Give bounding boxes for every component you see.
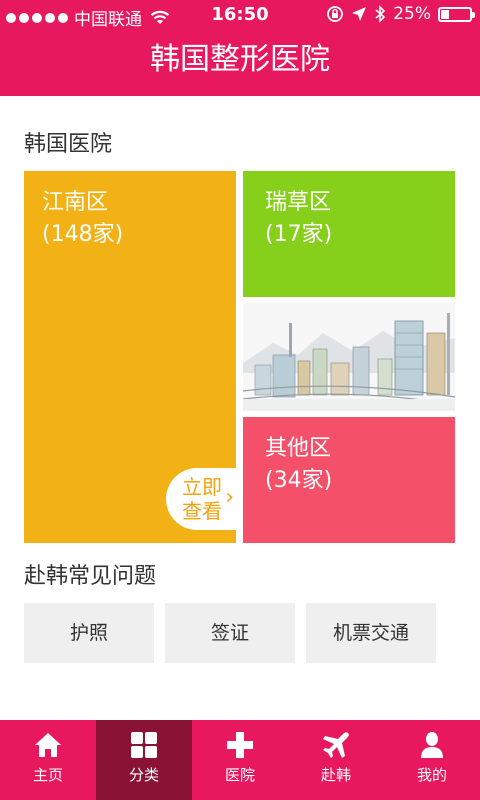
district-name: 江南区 bbox=[42, 190, 109, 215]
airplane-icon bbox=[323, 732, 349, 758]
district-tile-other[interactable]: 其他区 (34家) bbox=[243, 417, 455, 543]
tab-home-label: 主页 bbox=[32, 766, 63, 784]
tab-hospital-label: 医院 bbox=[224, 766, 255, 784]
orientation-lock-icon bbox=[327, 6, 344, 22]
view-now-button[interactable]: 立即 查看 › bbox=[166, 468, 238, 530]
status-right: 25% bbox=[326, 4, 475, 24]
tab-hospital[interactable]: 医院 bbox=[192, 720, 288, 800]
tab-category[interactable]: 分类 bbox=[96, 720, 192, 800]
city-skyline-image bbox=[243, 303, 455, 411]
battery-percent: 25% bbox=[393, 4, 431, 24]
location-arrow-icon bbox=[352, 7, 367, 21]
district-name: 瑞草区 bbox=[265, 190, 332, 215]
page-title: 韩国整形医院 bbox=[150, 42, 330, 77]
tab-go-korea[interactable]: 赴韩 bbox=[288, 720, 384, 800]
home-icon bbox=[35, 733, 61, 757]
tab-go-korea-label: 赴韩 bbox=[320, 766, 351, 784]
tab-mine[interactable]: 我的 bbox=[384, 720, 480, 800]
district-tile-ruicao[interactable]: 瑞草区 (17家) bbox=[243, 171, 455, 297]
tab-category-label: 分类 bbox=[128, 766, 159, 784]
status-bar: 中国联通 16:50 25% bbox=[0, 0, 480, 30]
battery-icon bbox=[438, 6, 475, 22]
bottom-tab-bar: 主页 分类 医院 赴韩 我的 bbox=[0, 720, 480, 800]
page-header: 韩国整形医院 bbox=[0, 30, 480, 96]
visa-button[interactable]: 签证 bbox=[165, 603, 295, 663]
hospitals-section-title: 韩国医院 bbox=[24, 132, 113, 157]
passport-button[interactable]: 护照 bbox=[24, 603, 154, 663]
city-skyline-illustration bbox=[243, 303, 455, 411]
ticket-transport-button[interactable]: 机票交通 bbox=[306, 603, 436, 663]
battery-level bbox=[441, 9, 449, 19]
grid-icon bbox=[131, 732, 157, 758]
plus-icon bbox=[227, 732, 253, 758]
user-icon bbox=[421, 732, 443, 758]
tab-mine-label: 我的 bbox=[416, 766, 447, 784]
chevron-right-icon: › bbox=[225, 485, 234, 510]
bluetooth-icon bbox=[375, 5, 386, 23]
faq-section-title: 赴韩常见问题 bbox=[24, 564, 157, 589]
district-count: (17家) bbox=[265, 222, 333, 247]
tab-home[interactable]: 主页 bbox=[0, 720, 96, 800]
district-name: 其他区 bbox=[265, 436, 332, 461]
district-count: (34家) bbox=[265, 468, 333, 493]
district-count: (148家) bbox=[42, 222, 124, 247]
